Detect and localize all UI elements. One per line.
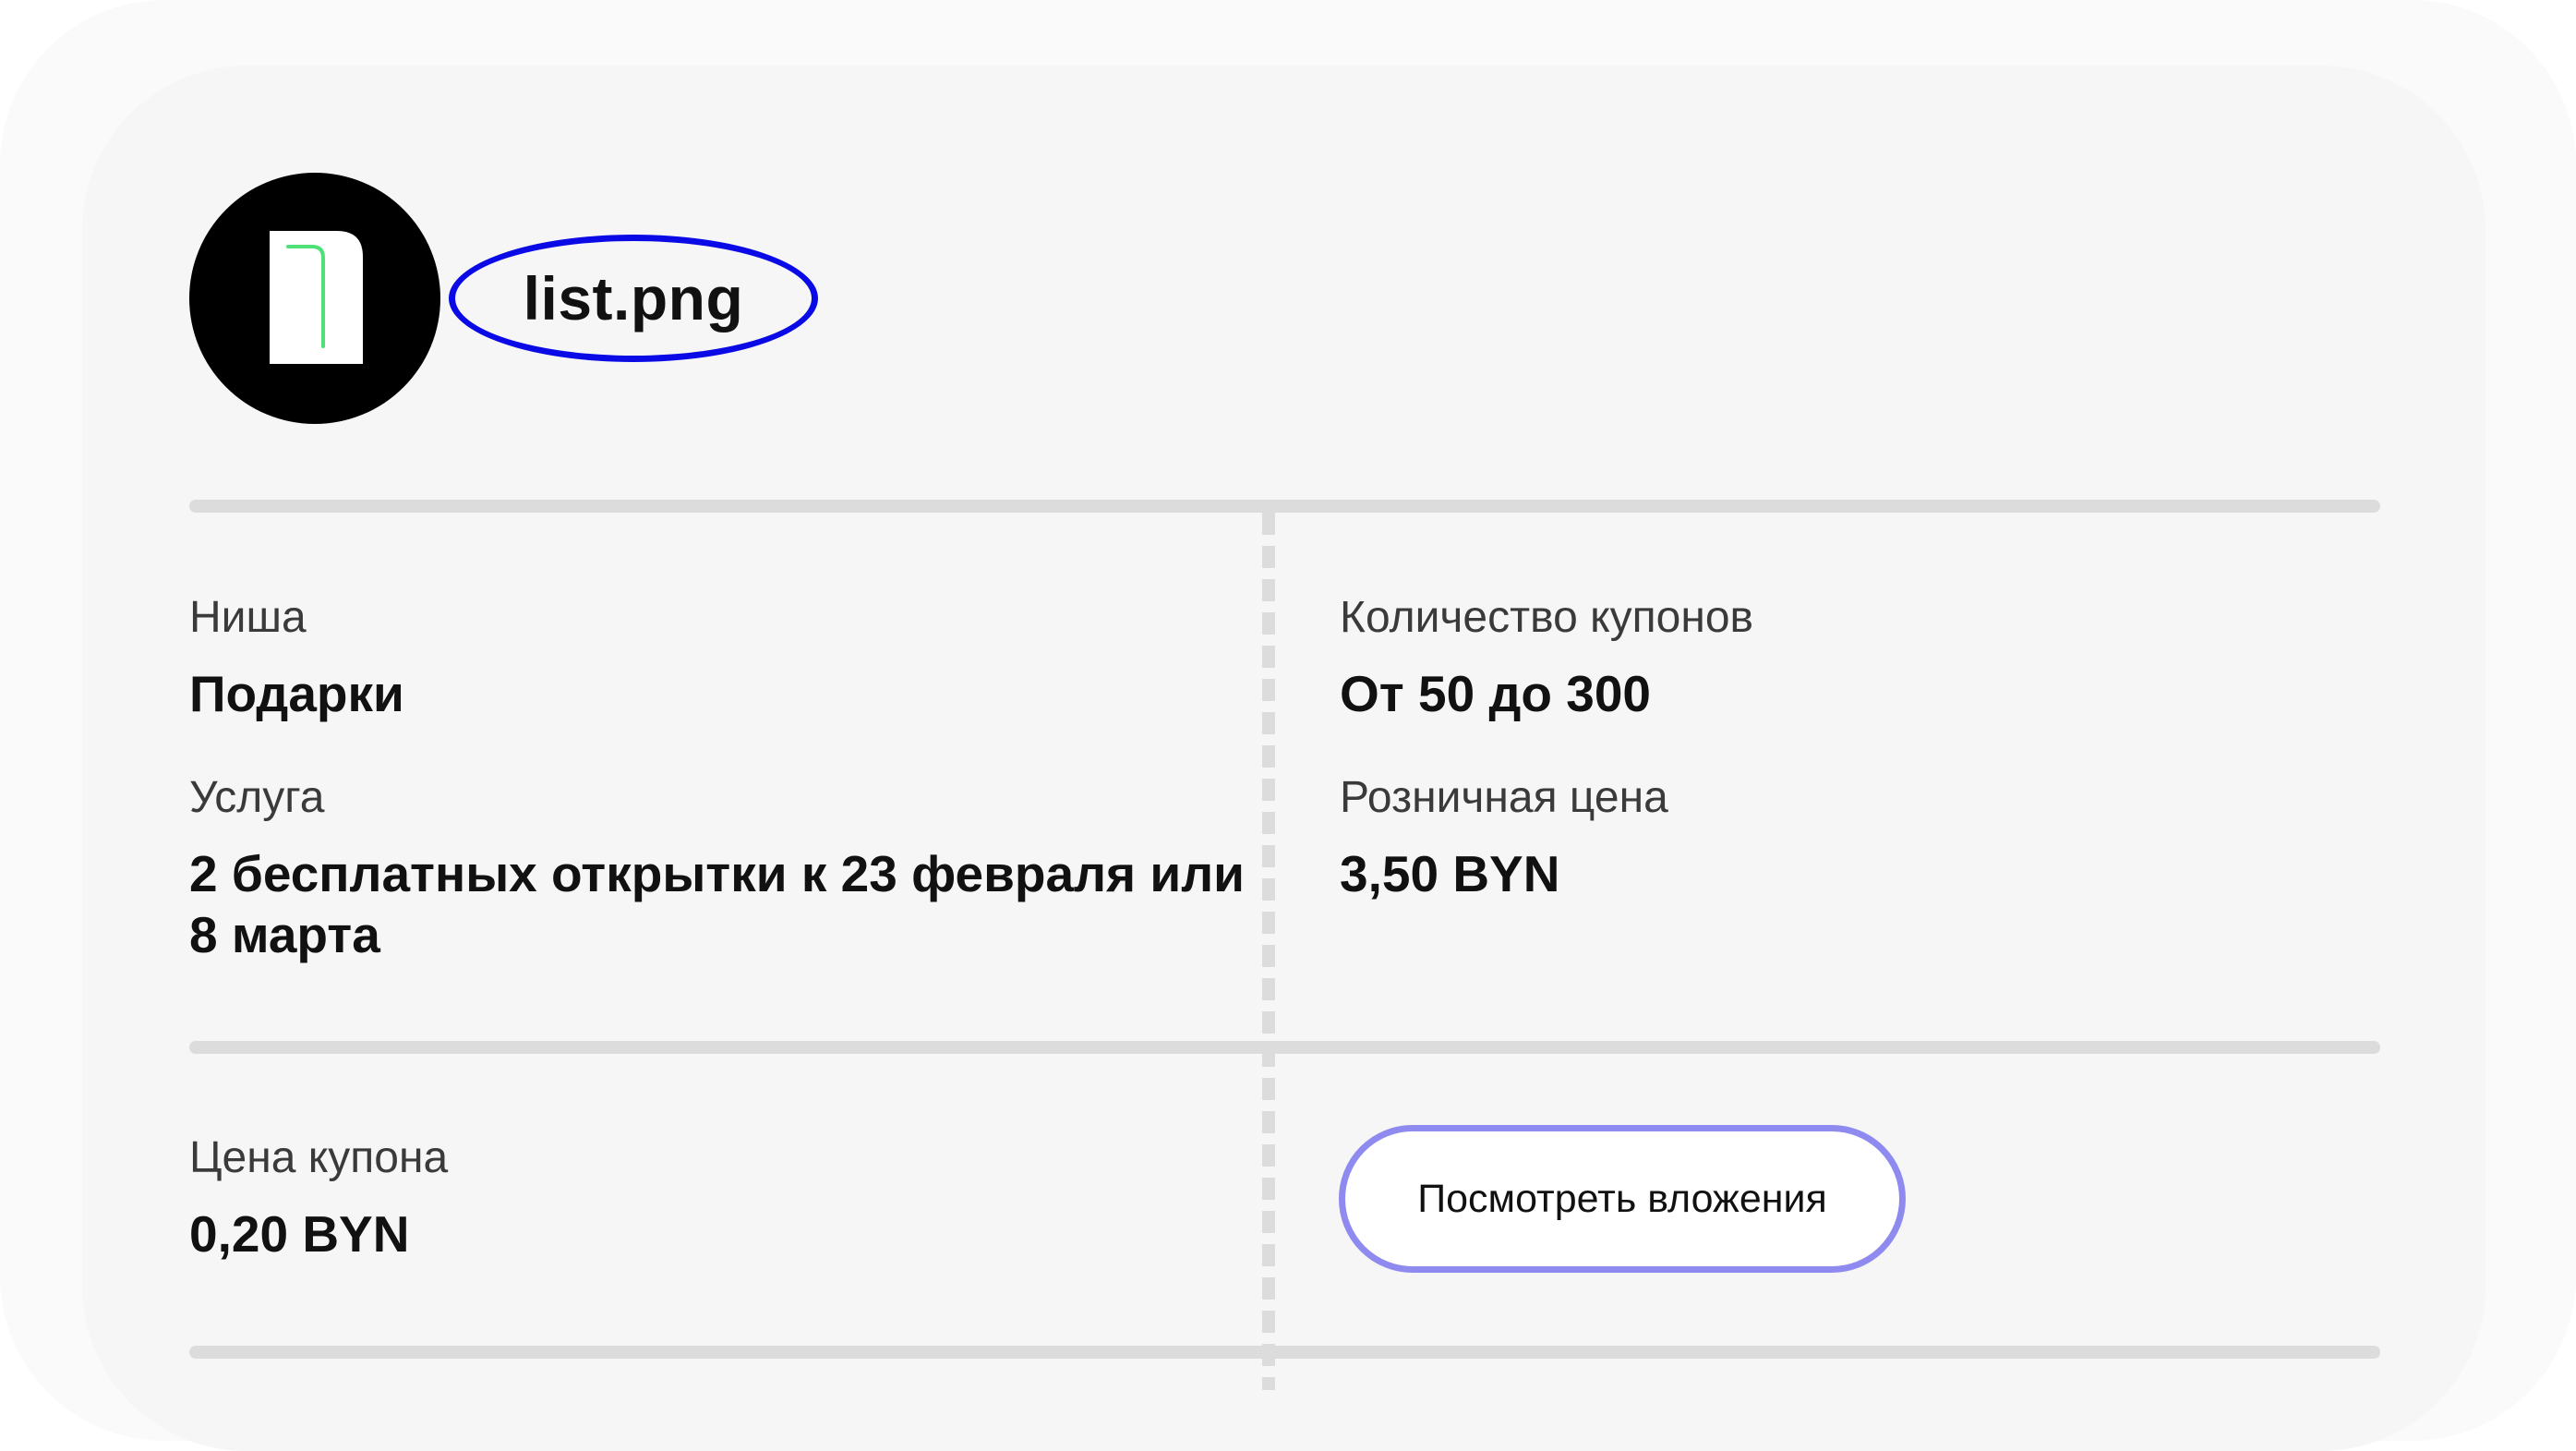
divider-vertical xyxy=(1262,513,1275,1390)
offer-card xyxy=(82,66,2486,1451)
divider-top xyxy=(189,500,2380,513)
coupon-price-value: 0,20 BYN xyxy=(189,1205,410,1263)
service-label: Услуга xyxy=(189,773,325,822)
file-name-highlight: list.png xyxy=(449,235,818,362)
service-value: 2 бесплатных открытки к 23 февраля или 8… xyxy=(189,845,1245,963)
retail-price-label: Розничная цена xyxy=(1340,773,1668,822)
document-icon xyxy=(270,231,363,364)
divider-bottom xyxy=(189,1346,2380,1359)
view-attachments-button[interactable]: Посмотреть вложения xyxy=(1339,1125,1906,1273)
coupon-count-value: От 50 до 300 xyxy=(1340,665,1652,722)
retail-price-value: 3,50 BYN xyxy=(1340,845,1560,902)
coupon-count-label: Количество купонов xyxy=(1340,593,1754,642)
divider-middle xyxy=(189,1041,2380,1054)
file-name: list.png xyxy=(523,264,744,333)
niche-label: Ниша xyxy=(189,593,307,642)
coupon-price-label: Цена купона xyxy=(189,1133,449,1182)
file-avatar xyxy=(189,173,440,424)
niche-value: Подарки xyxy=(189,665,404,722)
